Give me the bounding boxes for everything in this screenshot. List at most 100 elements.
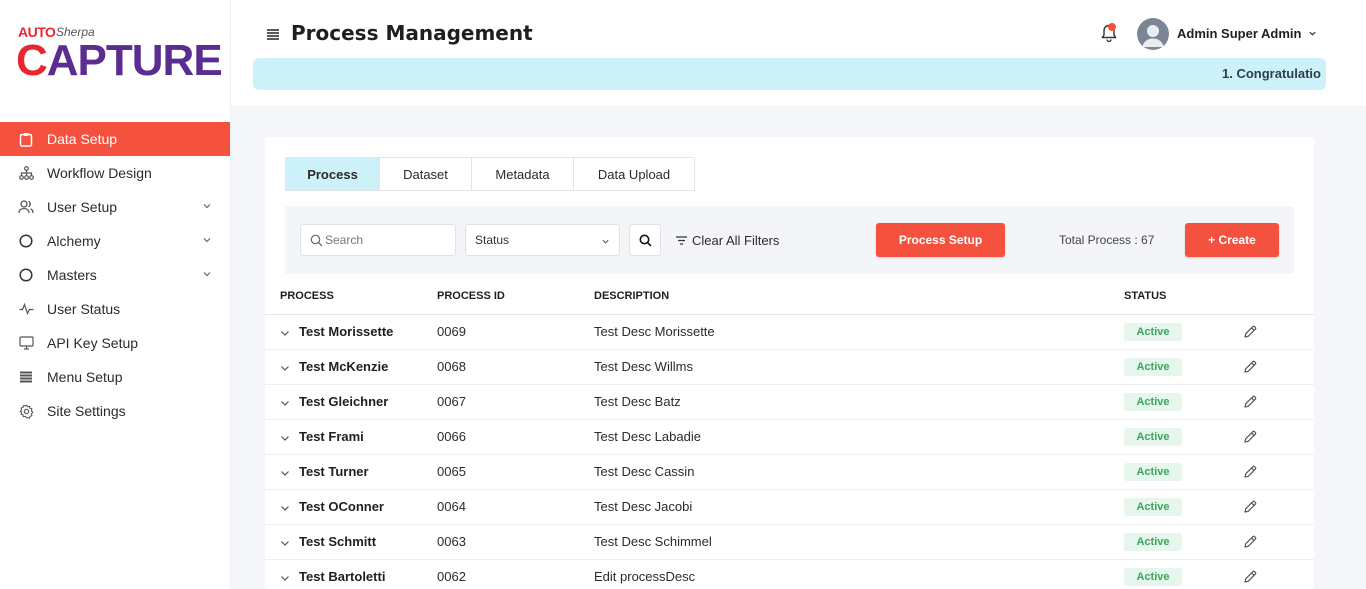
- table-row[interactable]: Test Bartoletti 0062 Edit processDesc Activ…: [265, 559, 1314, 589]
- column-header-process[interactable]: PROCESS: [265, 279, 437, 315]
- chevron-down-icon[interactable]: [280, 363, 290, 373]
- chevron-down-icon[interactable]: [280, 503, 290, 513]
- edit-pencil-icon[interactable]: [1242, 534, 1258, 550]
- hamburger-icon[interactable]: [266, 27, 280, 41]
- process-id-cell: 0067: [437, 384, 594, 420]
- sidebar-item-label: Alchemy: [47, 233, 101, 249]
- sidebar-item-site-settings[interactable]: Site Settings: [0, 394, 230, 428]
- tab-dataset[interactable]: Dataset: [380, 158, 472, 190]
- process-name: Test Frami: [299, 429, 364, 444]
- table-row[interactable]: Test McKenzie 0068 Test Desc Willms Active: [265, 349, 1314, 385]
- tab-bar: Process Dataset Metadata Data Upload: [285, 157, 695, 191]
- edit-pencil-icon[interactable]: [1242, 324, 1258, 340]
- avatar[interactable]: [1137, 18, 1169, 50]
- chevron-down-icon: [602, 239, 609, 244]
- description-cell: Test Desc Labadie: [594, 419, 1124, 455]
- process-cell: Test Schmitt: [265, 524, 437, 560]
- process-setup-button[interactable]: Process Setup: [876, 223, 1005, 257]
- chevron-down-icon[interactable]: [1308, 29, 1317, 38]
- chevron-down-icon[interactable]: [280, 398, 290, 408]
- table-row[interactable]: Test Frami 0066 Test Desc Labadie Active: [265, 419, 1314, 455]
- chevron-down-icon[interactable]: [280, 433, 290, 443]
- process-cell: Test Gleichner: [265, 384, 437, 420]
- sidebar-item-label: Workflow Design: [47, 165, 152, 181]
- search-input[interactable]: [325, 230, 450, 250]
- page-title: Process Management: [291, 21, 533, 45]
- search-button[interactable]: [629, 224, 661, 256]
- status-cell: Active: [1124, 384, 1212, 420]
- tab-process[interactable]: Process: [286, 158, 380, 190]
- sidebar-item-workflow-design[interactable]: Workflow Design: [0, 156, 230, 190]
- chevron-down-icon[interactable]: [280, 538, 290, 548]
- table-row[interactable]: Test Schmitt 0063 Test Desc Schimmel Active: [265, 524, 1314, 560]
- sidebar-item-masters[interactable]: Masters: [0, 258, 230, 292]
- chevron-down-icon: [203, 272, 211, 277]
- edit-pencil-icon[interactable]: [1242, 394, 1258, 410]
- sidebar: AUTO Sherpa CAPTURE Data Setup Workflow …: [0, 0, 231, 589]
- table-header-row: PROCESS PROCESS ID DESCRIPTION STATUS: [265, 279, 1314, 315]
- process-cell: Test Turner: [265, 454, 437, 490]
- process-cell: Test Frami: [265, 419, 437, 455]
- table-row[interactable]: Test Turner 0065 Test Desc Cassin Active: [265, 454, 1314, 490]
- menu-lines-icon: [18, 369, 34, 385]
- tab-metadata[interactable]: Metadata: [472, 158, 574, 190]
- status-select[interactable]: Status: [465, 224, 620, 256]
- table-row[interactable]: Test OConner 0064 Test Desc Jacobi Active: [265, 489, 1314, 525]
- user-name[interactable]: Admin Super Admin: [1177, 26, 1301, 41]
- process-name: Test McKenzie: [299, 359, 389, 374]
- create-button[interactable]: + Create: [1185, 223, 1279, 257]
- description-cell: Test Desc Jacobi: [594, 489, 1124, 525]
- sidebar-nav: Data Setup Workflow Design User Setup Al…: [0, 122, 230, 428]
- clear-filters-button[interactable]: Clear All Filters: [675, 233, 779, 248]
- description-cell: Test Desc Willms: [594, 349, 1124, 385]
- sidebar-item-label: User Setup: [47, 199, 118, 215]
- status-cell: Active: [1124, 559, 1212, 589]
- actions-cell: [1212, 454, 1314, 490]
- sidebar-item-api-key-setup[interactable]: API Key Setup: [0, 326, 230, 360]
- status-badge: Active: [1124, 462, 1182, 481]
- chevron-down-icon[interactable]: [280, 468, 290, 478]
- sidebar-item-user-status[interactable]: User Status: [0, 292, 230, 326]
- sidebar-item-alchemy[interactable]: Alchemy: [0, 224, 230, 258]
- header: Process Management Admin Super Admin 1. …: [231, 0, 1348, 106]
- sidebar-item-user-setup[interactable]: User Setup: [0, 190, 230, 224]
- users-icon: [18, 199, 34, 215]
- tab-data-upload[interactable]: Data Upload: [574, 158, 694, 190]
- actions-cell: [1212, 419, 1314, 455]
- sidebar-item-menu-setup[interactable]: Menu Setup: [0, 360, 230, 394]
- column-header-process-id[interactable]: PROCESS ID: [437, 279, 594, 315]
- process-id-cell: 0063: [437, 524, 594, 560]
- column-header-status[interactable]: STATUS: [1124, 279, 1212, 315]
- sitemap-icon: [18, 165, 34, 181]
- status-badge: Active: [1124, 357, 1182, 376]
- edit-pencil-icon[interactable]: [1242, 464, 1258, 480]
- process-name: Test Schmitt: [299, 534, 377, 549]
- description-cell: Test Desc Morissette: [594, 314, 1124, 350]
- status-badge: Active: [1124, 322, 1182, 341]
- monitor-icon: [18, 335, 34, 351]
- status-cell: Active: [1124, 419, 1212, 455]
- edit-pencil-icon[interactable]: [1242, 499, 1258, 515]
- process-table: PROCESS PROCESS ID DESCRIPTION STATUS Te…: [265, 279, 1314, 589]
- actions-cell: [1212, 349, 1314, 385]
- chevron-down-icon[interactable]: [280, 328, 290, 338]
- column-header-actions: [1212, 279, 1314, 315]
- chevron-down-icon[interactable]: [280, 573, 290, 583]
- column-header-description[interactable]: DESCRIPTION: [594, 279, 1124, 315]
- actions-cell: [1212, 314, 1314, 350]
- edit-pencil-icon[interactable]: [1242, 569, 1258, 585]
- table-row[interactable]: Test Morissette 0069 Test Desc Morissette A…: [265, 314, 1314, 350]
- table-row[interactable]: Test Gleichner 0067 Test Desc Batz Active: [265, 384, 1314, 420]
- circle-icon: [18, 267, 34, 283]
- edit-pencil-icon[interactable]: [1242, 359, 1258, 375]
- process-id-cell: 0062: [437, 559, 594, 589]
- edit-pencil-icon[interactable]: [1242, 429, 1258, 445]
- status-cell: Active: [1124, 349, 1212, 385]
- status-badge: Active: [1124, 427, 1182, 446]
- sidebar-item-label: Menu Setup: [47, 369, 123, 385]
- process-name: Test Morissette: [299, 324, 394, 339]
- process-id-cell: 0066: [437, 419, 594, 455]
- chevron-down-icon: [203, 204, 211, 209]
- sidebar-item-data-setup[interactable]: Data Setup: [0, 122, 230, 156]
- sidebar-item-label: Masters: [47, 267, 97, 283]
